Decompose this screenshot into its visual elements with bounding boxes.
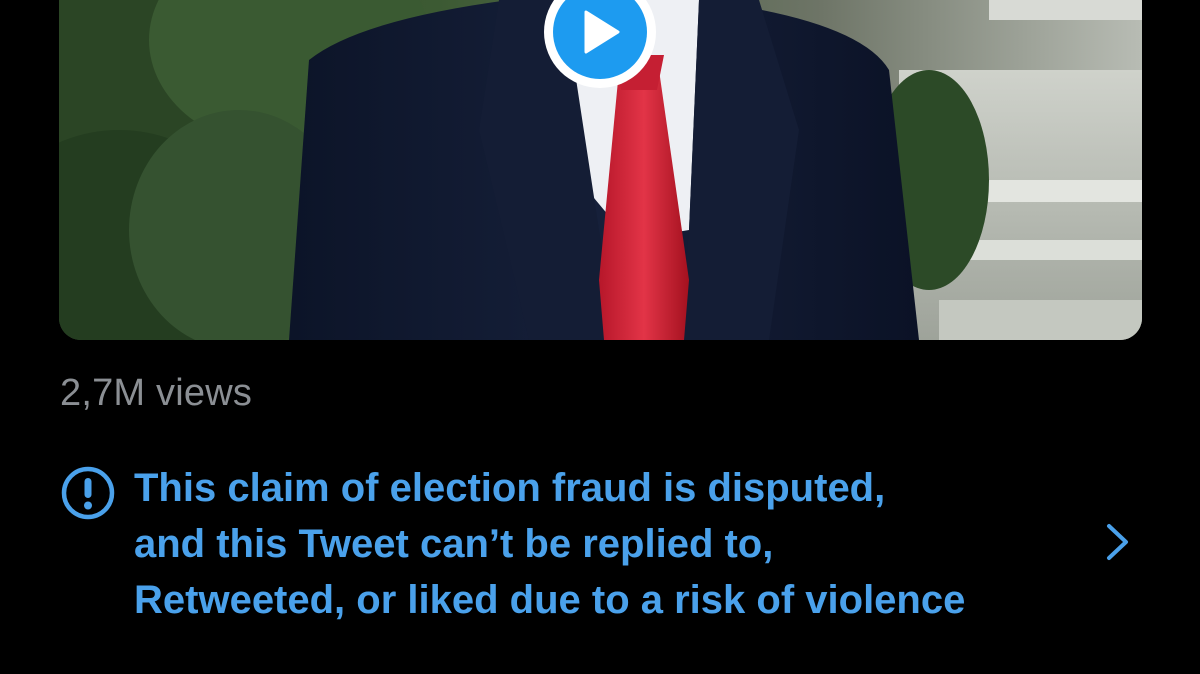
exclamation-circle-icon <box>61 466 115 520</box>
notice-line: and this Tweet can’t be replied to, <box>134 522 774 566</box>
disputed-claim-notice[interactable]: This claim of election fraud is disputed… <box>60 460 1142 630</box>
notice-line: This claim of election fraud is disputed… <box>134 466 886 510</box>
view-count: 2,7M views <box>60 372 253 414</box>
notice-line: Retweeted, or liked due to a risk of vio… <box>134 578 966 622</box>
notice-text: This claim of election fraud is disputed… <box>134 460 1094 628</box>
play-icon <box>584 10 620 54</box>
chevron-right-icon[interactable] <box>1104 523 1132 561</box>
